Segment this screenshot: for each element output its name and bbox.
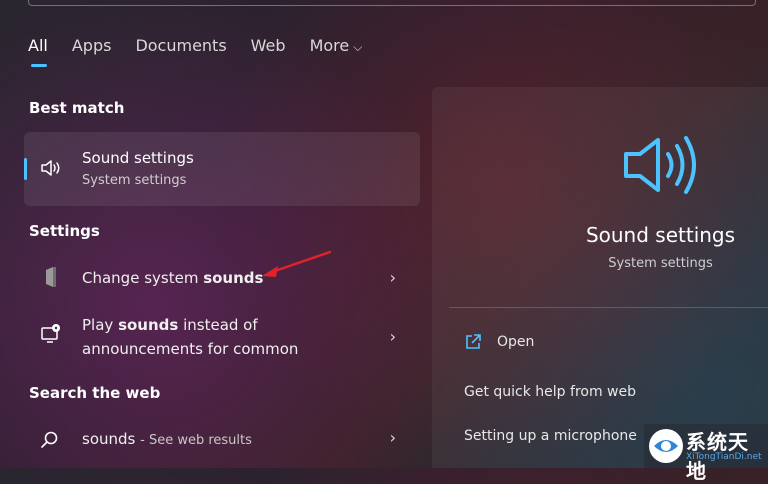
chevron-right-icon: › [389, 268, 396, 287]
section-search-web: Search the web [29, 384, 161, 402]
preview-divider [449, 307, 768, 308]
chevron-right-icon: › [389, 428, 396, 447]
settings-item-label: Play sounds instead of announcements for … [82, 316, 299, 358]
search-box-edge[interactable] [28, 0, 756, 6]
best-match-subtitle: System settings [82, 173, 187, 188]
best-match-sound-settings[interactable]: Sound settings System settings [24, 132, 420, 206]
monitor-notification-icon [41, 324, 60, 343]
settings-item-change-system-sounds[interactable]: Change system sounds › [24, 262, 420, 294]
chevron-down-icon: ⌵ [353, 40, 363, 54]
web-result-sounds[interactable]: sounds - See web results › [24, 425, 420, 455]
section-best-match: Best match [29, 99, 125, 117]
search-tabs: All Apps Documents Web More ⌵ [28, 36, 363, 67]
open-external-icon [466, 334, 481, 349]
preview-title: Sound settings [585, 223, 736, 247]
tab-apps[interactable]: Apps [72, 36, 112, 55]
annotation-arrow [262, 250, 332, 277]
action-setup-microphone[interactable]: Setting up a microphone [464, 428, 637, 444]
settings-item-play-sounds[interactable]: Play sounds instead of announcements for … [24, 313, 420, 363]
speaker-icon [624, 136, 696, 194]
best-match-title: Sound settings [82, 149, 194, 167]
tab-more-label: More [309, 36, 350, 55]
watermark-url: XiTongTianDi.net [686, 452, 762, 462]
tab-web[interactable]: Web [251, 36, 286, 55]
web-result-label: sounds - See web results [82, 430, 252, 448]
tab-all[interactable]: All [28, 36, 48, 67]
action-open[interactable]: Open [497, 334, 534, 350]
preview-pane [432, 87, 768, 468]
tab-documents[interactable]: Documents [135, 36, 226, 55]
tab-more[interactable]: More ⌵ [310, 36, 363, 55]
action-quick-help[interactable]: Get quick help from web [464, 384, 636, 400]
selection-indicator [24, 158, 27, 180]
search-icon [41, 431, 58, 448]
speaker-icon [41, 160, 60, 176]
settings-item-label: Change system sounds [82, 269, 264, 287]
chevron-right-icon: › [389, 327, 396, 346]
sound-device-icon [46, 267, 56, 287]
preview-subtitle: System settings [608, 256, 713, 271]
section-settings: Settings [29, 222, 100, 240]
